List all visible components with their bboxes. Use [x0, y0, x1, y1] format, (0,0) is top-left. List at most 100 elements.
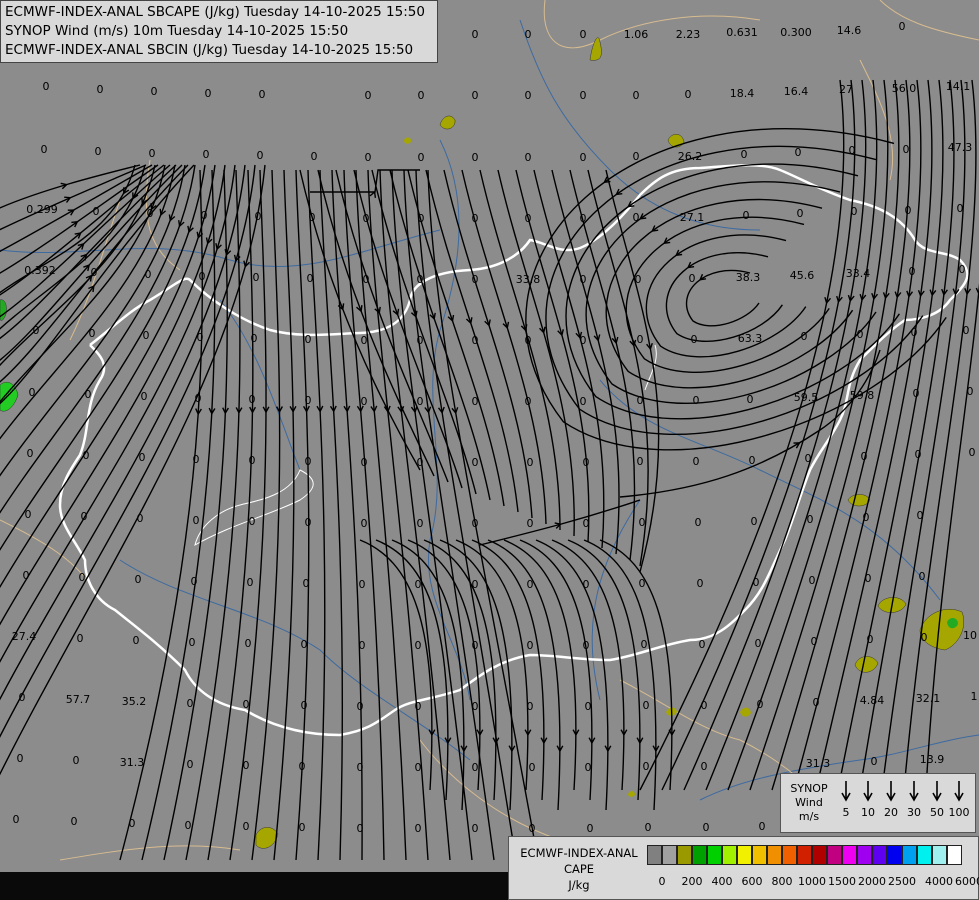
cin-value: 0	[19, 691, 26, 704]
cin-value: 0	[637, 394, 644, 407]
cin-value: 0	[755, 637, 762, 650]
cin-value: 0	[867, 633, 874, 646]
cin-value: 35.2	[122, 695, 147, 708]
cin-value: 0	[693, 394, 700, 407]
weather-map[interactable]: 0 0 0 1.06 2.23 0.631 0.300 14.6 00 0 0 0 0 0 0 0 0 0 0 0 18…	[0, 0, 979, 900]
cin-value: 0	[747, 393, 754, 406]
cin-value: 0	[415, 822, 422, 835]
cin-value: 0	[191, 575, 198, 588]
wind-arrow-icon	[863, 781, 873, 802]
cin-value: 0	[139, 451, 146, 464]
cin-value: 0	[299, 760, 306, 773]
cape-color-swatch	[947, 845, 962, 865]
cin-value: 0	[365, 151, 372, 164]
cin-value: 0	[580, 89, 587, 102]
cin-value: 0	[633, 150, 640, 163]
wind-legend: SYNOP Wind m/s 5 10 20 30 50 100	[780, 773, 976, 833]
cin-value: 0	[85, 388, 92, 401]
cin-value: 0	[527, 700, 534, 713]
header-line-cin: ECMWF-INDEX-ANAL SBCIN (J/kg) Tuesday 14…	[5, 42, 414, 58]
wind-arrow-icon	[841, 781, 851, 802]
cin-value: 0	[83, 449, 90, 462]
cin-value: 0	[197, 331, 204, 344]
cin-value: 0	[699, 638, 706, 651]
cin-value: 0	[580, 212, 587, 225]
cin-value: 0	[472, 273, 479, 286]
cin-value: 0	[903, 143, 910, 156]
cin-value: 0	[583, 639, 590, 652]
cin-value: 26.2	[678, 150, 703, 163]
cin-value: 0	[645, 821, 652, 834]
cin-value: 4.84	[860, 694, 885, 707]
cin-value: 0	[585, 700, 592, 713]
cape-legend-title: ECMWF-INDEX-ANAL CAPE J/kg	[511, 845, 647, 893]
cape-color-swatch	[662, 845, 677, 865]
cin-value: 0	[759, 820, 766, 833]
cape-tick-label: 0	[658, 875, 666, 888]
cin-value: 32.1	[916, 692, 941, 705]
cin-value: 0	[199, 270, 206, 283]
cin-value: 0	[637, 333, 644, 346]
cin-value: 0	[359, 639, 366, 652]
cin-value: 0.631	[726, 26, 758, 39]
cape-tick-label: 1000	[798, 875, 826, 888]
cin-value: 0	[472, 212, 479, 225]
cape-tick-label: 600	[741, 875, 763, 888]
map-header: ECMWF-INDEX-ANAL SBCAPE (J/kg) Tuesday 1…	[0, 0, 438, 63]
wind-arrow-icon	[886, 781, 896, 802]
cin-value: 0	[23, 569, 30, 582]
cin-value: 0	[849, 144, 856, 157]
cin-value: 0	[418, 89, 425, 102]
cin-value: 0	[305, 516, 312, 529]
cin-value: 0	[243, 698, 250, 711]
cape-color-swatch	[647, 845, 662, 865]
cin-value: 0	[472, 761, 479, 774]
cin-value: 0	[303, 577, 310, 590]
cin-value: 0	[193, 514, 200, 527]
header-line-cape: ECMWF-INDEX-ANAL SBCAPE (J/kg) Tuesday 1…	[5, 4, 425, 20]
cin-value: 0	[585, 761, 592, 774]
cin-value: 0	[309, 211, 316, 224]
map-stage: 0 0 0 1.06 2.23 0.631 0.300 14.6 0 0 0 0 0 0 0 0 0 0 0 0 0 18…	[0, 0, 979, 900]
cin-value: 14.1	[946, 80, 971, 93]
cin-value: 0	[417, 334, 424, 347]
cape-tick-label: 4000	[925, 875, 953, 888]
cin-value: 0	[921, 631, 928, 644]
cin-value: 0	[147, 207, 154, 220]
cin-value: 0	[809, 574, 816, 587]
cin-value: 0	[301, 699, 308, 712]
cin-value: 38.3	[736, 271, 761, 284]
cin-value: 0	[583, 578, 590, 591]
cin-value: 0	[247, 576, 254, 589]
wind-arrow-icon	[954, 781, 964, 802]
cin-value: 0	[525, 334, 532, 347]
cape-tick-label: 2000	[858, 875, 886, 888]
cin-value: 0	[305, 455, 312, 468]
cin-value: 0	[472, 151, 479, 164]
cin-value: 0	[249, 454, 256, 467]
cin-value: 59.5	[794, 391, 819, 404]
cin-value: 0	[201, 209, 208, 222]
cin-value: 0	[415, 761, 422, 774]
cin-value: 0	[583, 517, 590, 530]
cape-color-swatch	[707, 845, 722, 865]
cin-value: 0	[361, 395, 368, 408]
cin-value: 13.9	[920, 753, 945, 766]
cin-value: 0	[81, 510, 88, 523]
cape-color-swatch	[782, 845, 797, 865]
cin-value: 0	[805, 452, 812, 465]
cin-value: 0	[685, 88, 692, 101]
cin-value: 0	[193, 453, 200, 466]
cape-color-swatch	[692, 845, 707, 865]
wind-arrow-icon	[932, 781, 942, 802]
wind-legend-title: SYNOP Wind m/s	[783, 782, 835, 824]
cin-value: 0	[472, 517, 479, 530]
cin-value: 0	[151, 85, 158, 98]
cin-value: 0	[93, 205, 100, 218]
cin-value: 10	[963, 629, 977, 642]
cape-legend-title-line: CAPE	[563, 862, 595, 876]
cape-color-swatch	[872, 845, 887, 865]
cin-value: 0	[73, 754, 80, 767]
cin-value: 0	[865, 572, 872, 585]
cin-value: 0	[529, 761, 536, 774]
